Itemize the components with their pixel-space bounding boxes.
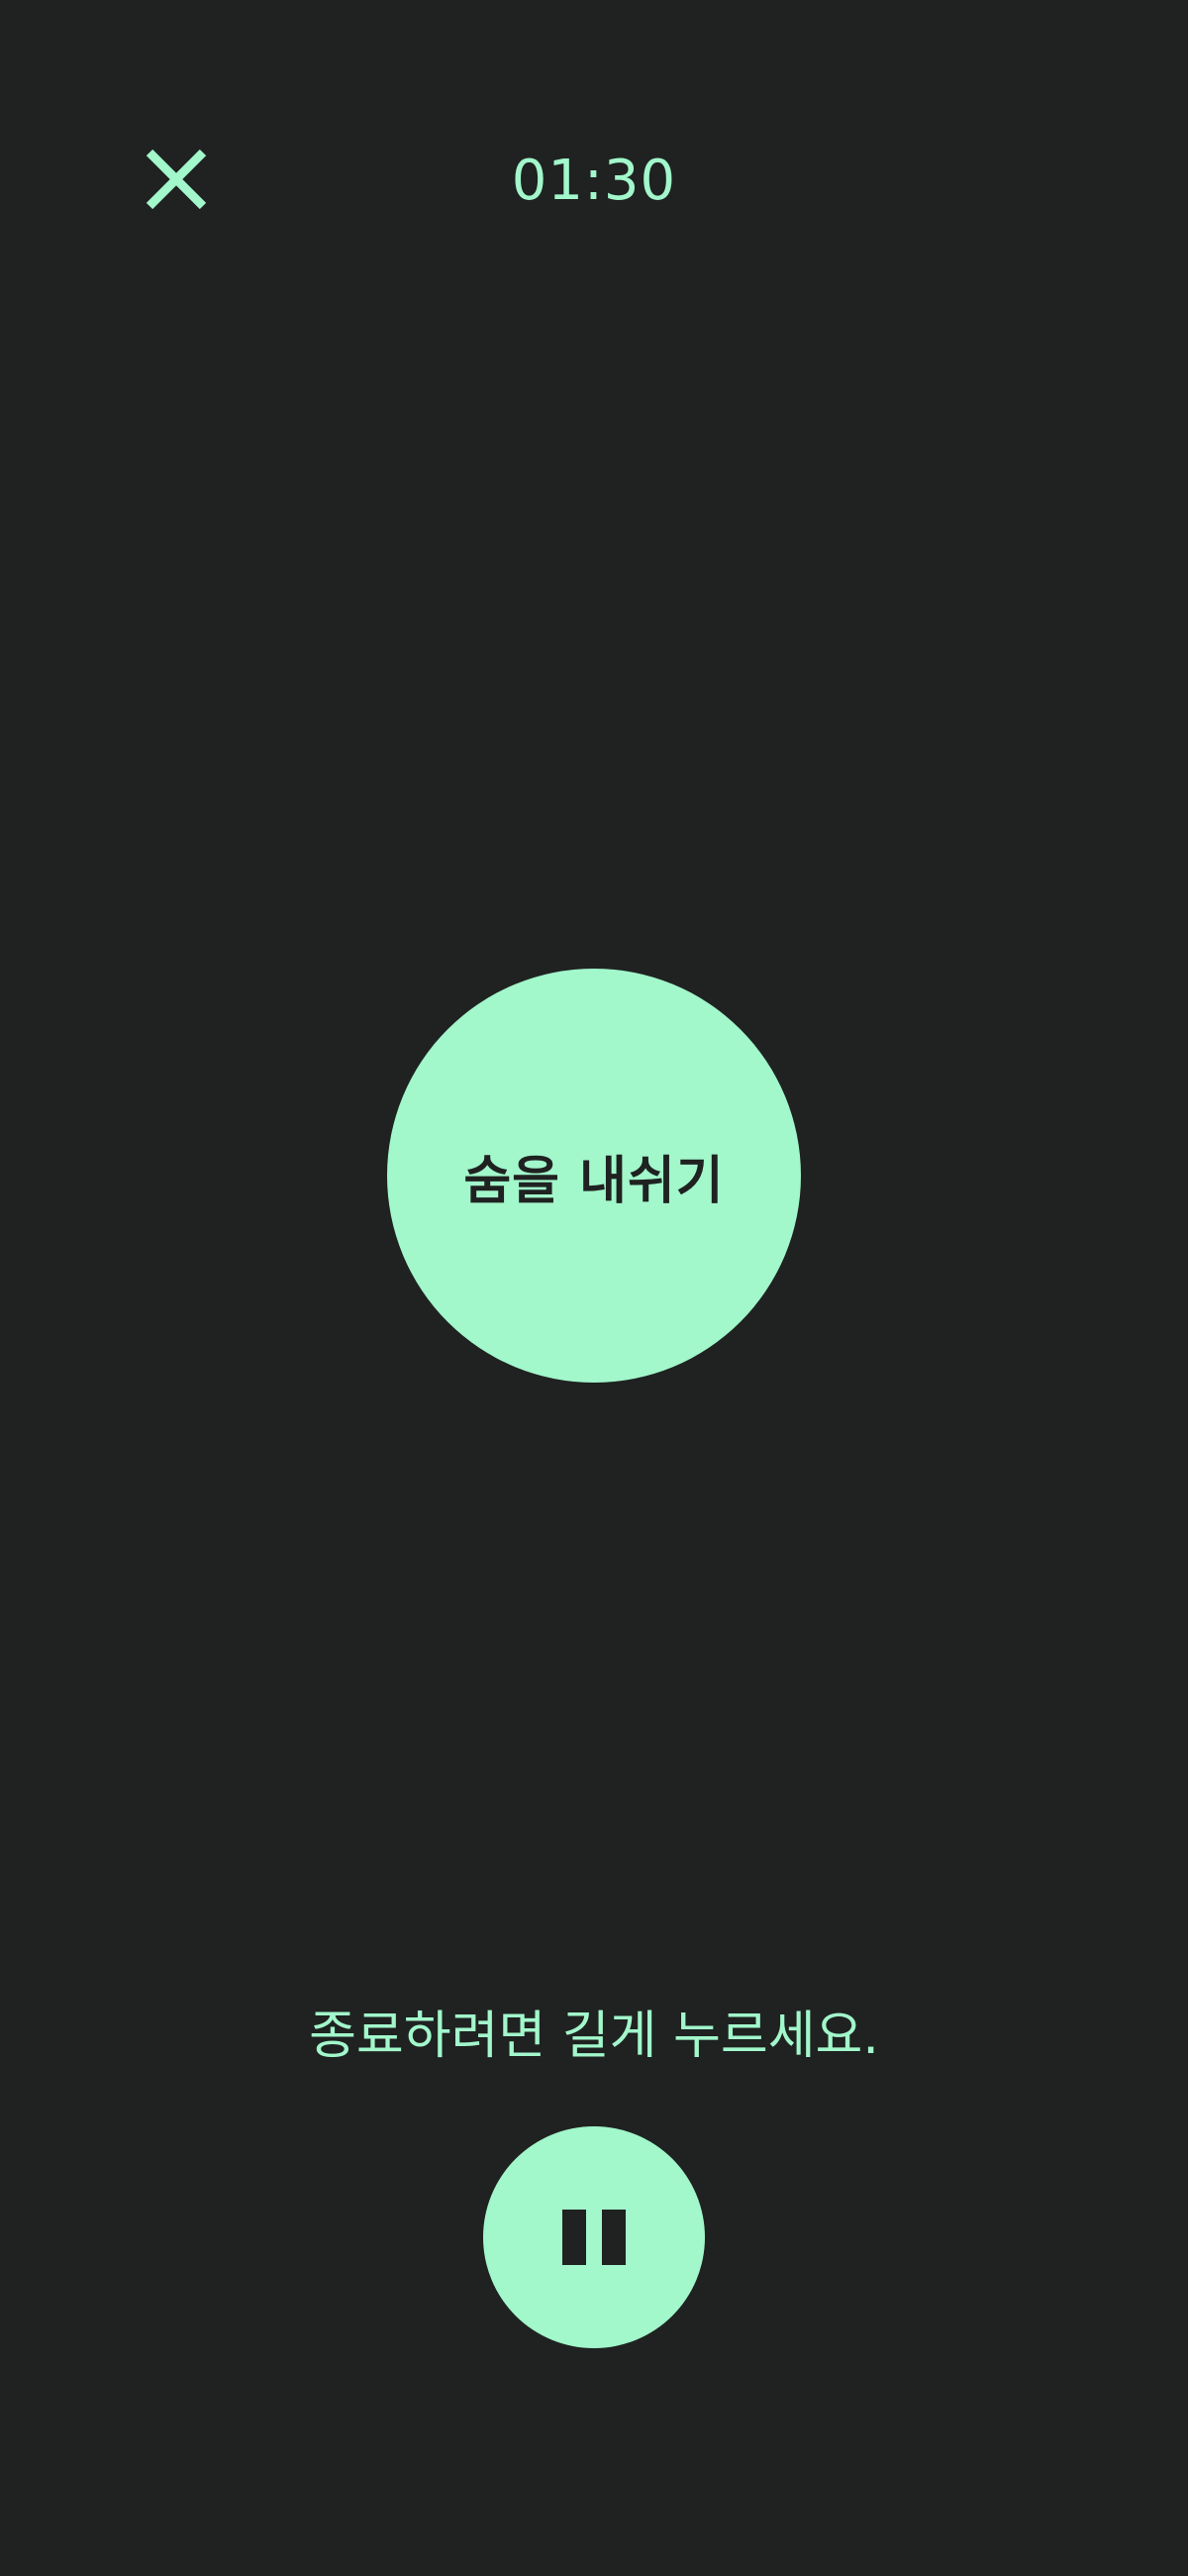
breath-circle: 숨을 내쉬기 bbox=[387, 969, 801, 1383]
pause-button[interactable] bbox=[483, 2126, 705, 2348]
pause-bar-right bbox=[602, 2210, 626, 2265]
pause-bar-left bbox=[562, 2210, 586, 2265]
breath-instruction: 숨을 내쉬기 bbox=[463, 1151, 725, 1211]
pause-icon bbox=[562, 2210, 626, 2265]
long-press-hint: 종료하려면 길게 누르세요. bbox=[309, 2007, 879, 2066]
timer-display: 01:30 bbox=[511, 149, 677, 213]
